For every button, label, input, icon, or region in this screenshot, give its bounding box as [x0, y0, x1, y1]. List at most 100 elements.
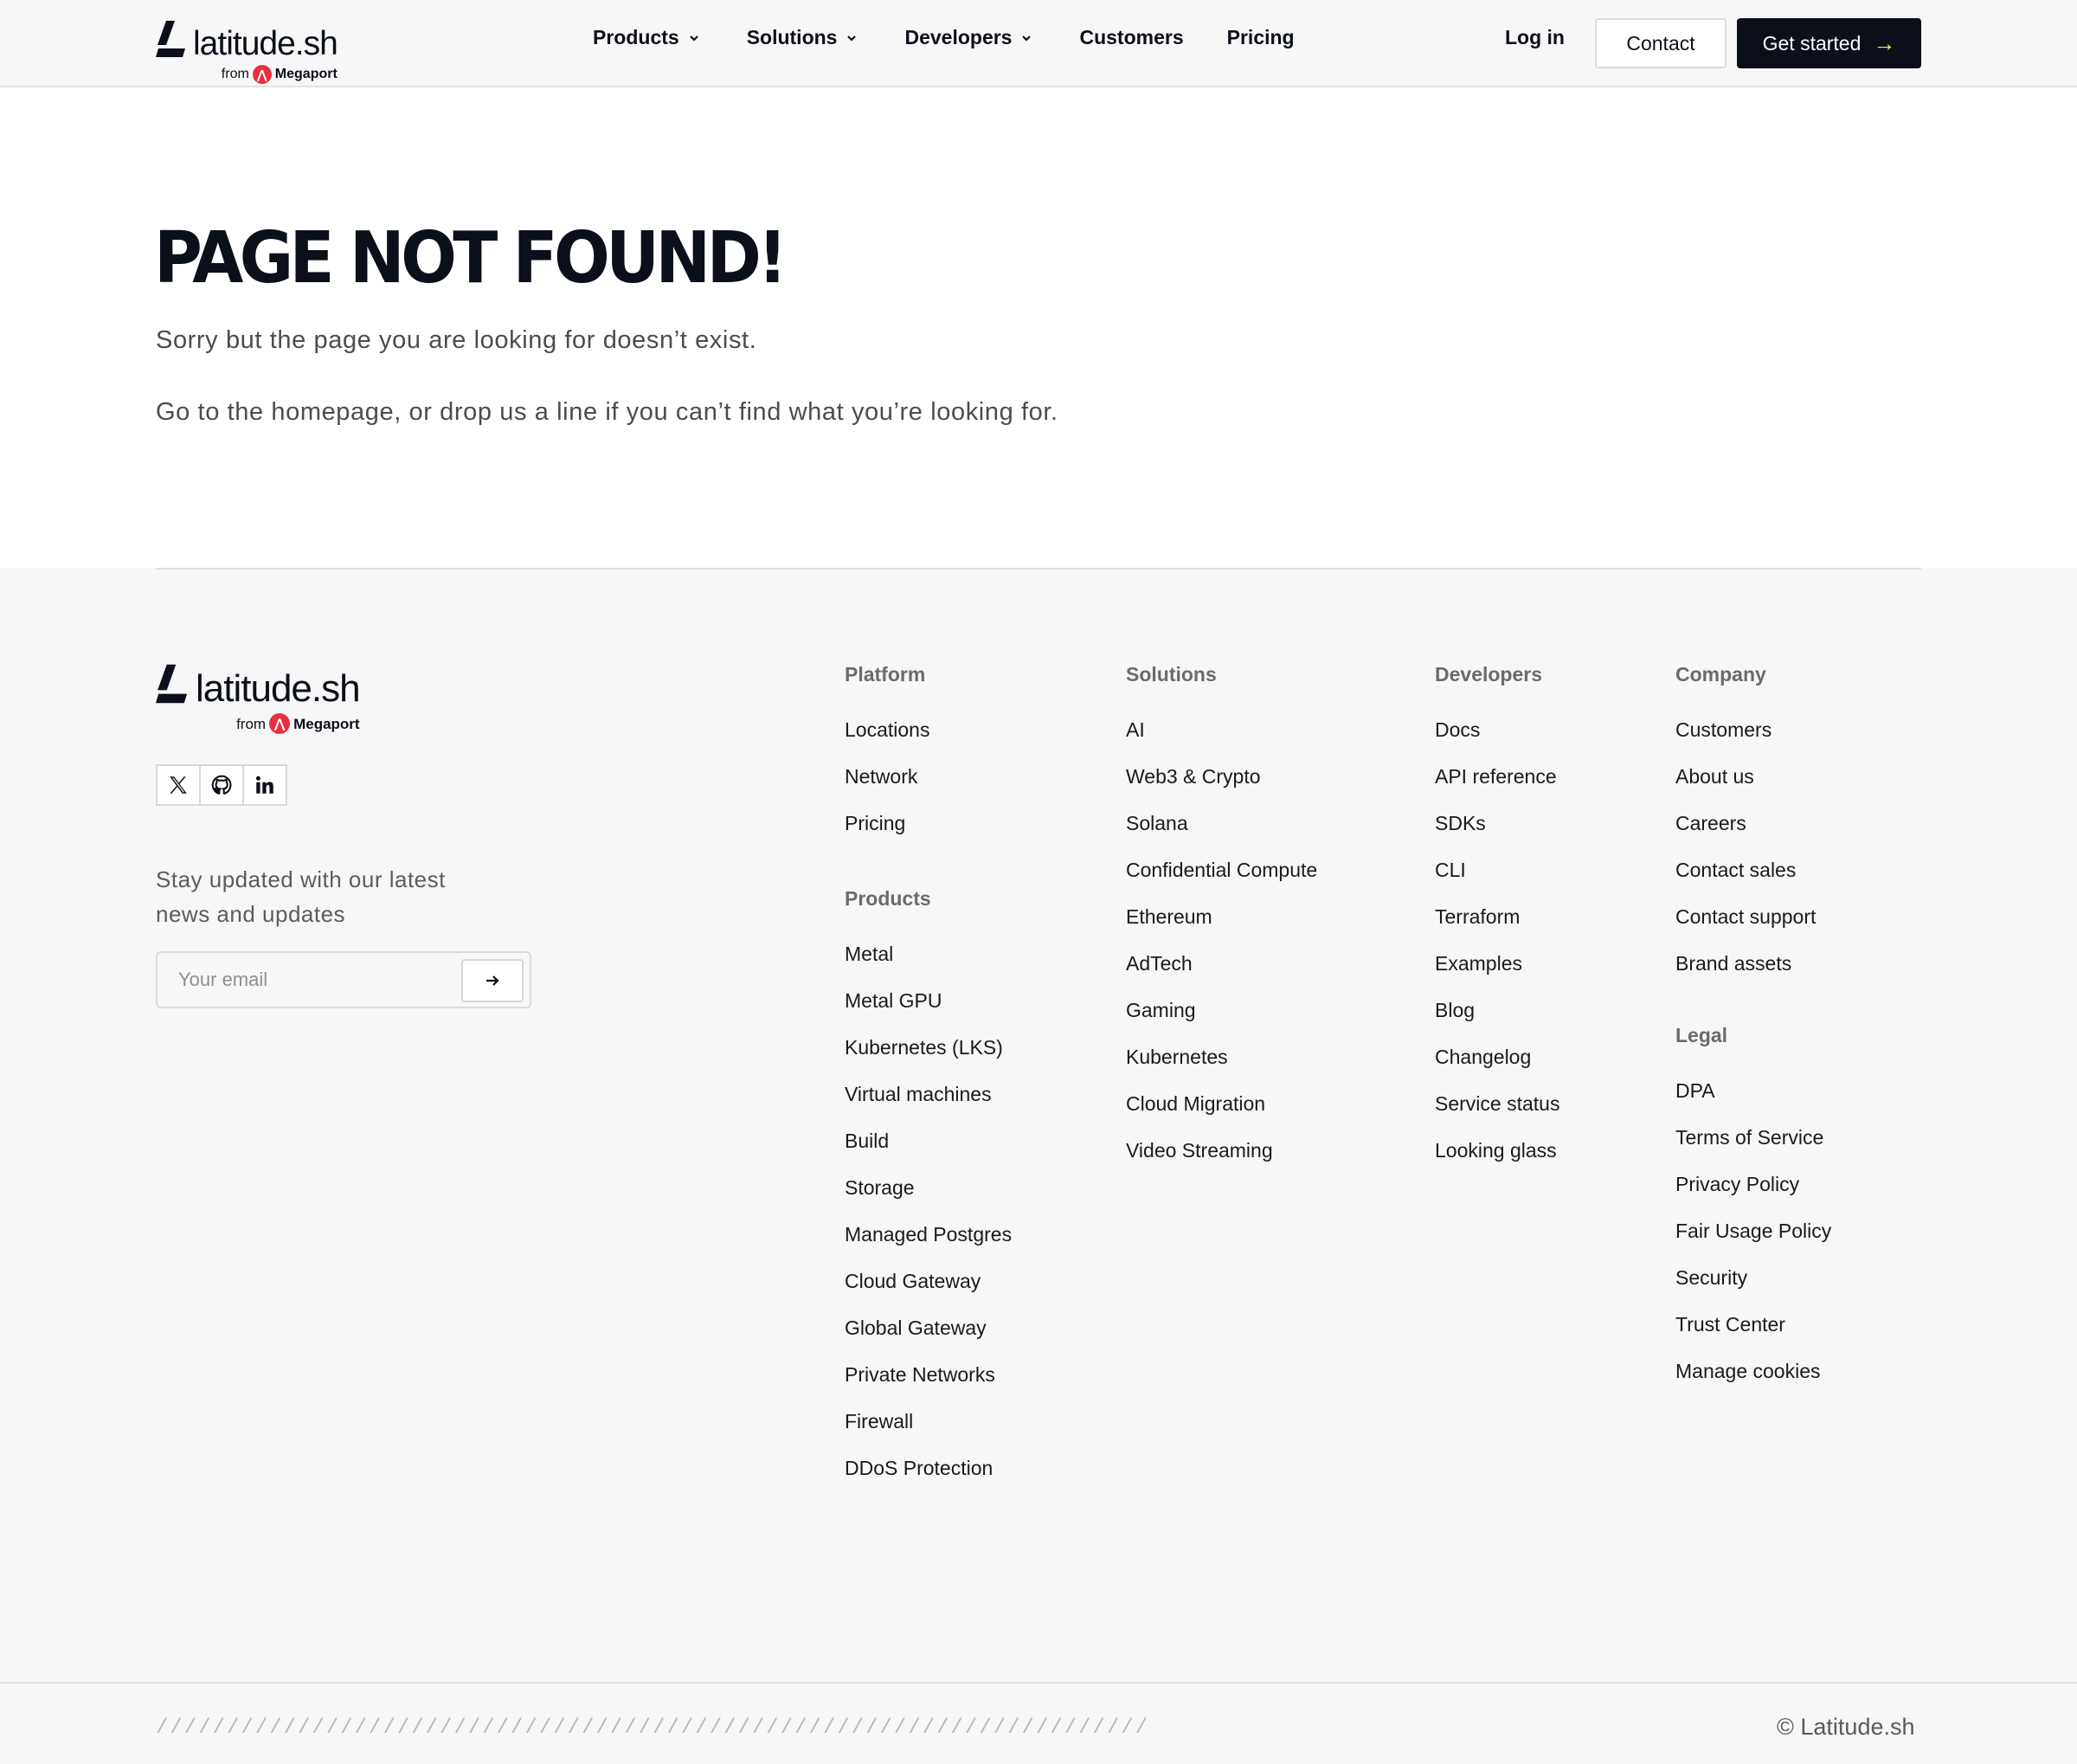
- footer-col-developers: Developers Docs API reference SDKs CLI T…: [1435, 663, 1559, 1184]
- not-found-hint: Go to the homepage, or drop us a line if…: [156, 398, 1058, 426]
- main-nav: Products Solutions Developers Customers …: [593, 26, 1338, 49]
- footer-list-solutions: AI Web3 & Crypto Solana Confidential Com…: [1126, 717, 1317, 1184]
- decorative-slashes: ////////////////////////////////////////…: [156, 1716, 1150, 1740]
- footer-link[interactable]: Storage: [845, 1175, 1012, 1221]
- footer-link[interactable]: Fair Usage Policy: [1675, 1218, 1831, 1265]
- footer-link[interactable]: Pricing: [845, 810, 929, 857]
- chevron-down-icon: [689, 35, 698, 42]
- email-field[interactable]: [159, 955, 453, 1005]
- x-social-link[interactable]: [156, 764, 201, 806]
- chevron-down-icon: [1022, 35, 1032, 42]
- footer-list-developers: Docs API reference SDKs CLI Terraform Ex…: [1435, 717, 1559, 1184]
- footer-link[interactable]: Confidential Compute: [1126, 857, 1317, 904]
- footer-heading-products: Products: [845, 887, 931, 910]
- nav-products[interactable]: Products: [593, 26, 700, 49]
- footer-link[interactable]: Private Networks: [845, 1362, 1012, 1408]
- footer-list-legal: DPA Terms of Service Privacy Policy Fair…: [1675, 1078, 1831, 1405]
- footer-link[interactable]: Careers: [1675, 810, 1816, 857]
- footer-heading-developers: Developers: [1435, 663, 1543, 686]
- footer-link[interactable]: DDoS Protection: [845, 1455, 1012, 1502]
- footer-link[interactable]: AdTech: [1126, 950, 1317, 997]
- footer-link[interactable]: Video Streaming: [1126, 1137, 1317, 1184]
- footer-link[interactable]: Terraform: [1435, 904, 1559, 950]
- latitude-logo-mark-icon: [156, 664, 187, 704]
- footer-link[interactable]: DPA: [1675, 1078, 1831, 1124]
- footer-link[interactable]: Gaming: [1126, 997, 1317, 1044]
- header-logo[interactable]: latitude.sh from ⋀ Megaport: [156, 16, 338, 84]
- newsletter-submit-button[interactable]: [461, 959, 524, 1002]
- site-header: latitude.sh from ⋀ Megaport Products Sol…: [0, 0, 2077, 87]
- newsletter-form: [156, 951, 531, 1008]
- footer-link[interactable]: Security: [1675, 1265, 1831, 1311]
- footer-link[interactable]: Kubernetes: [1126, 1044, 1317, 1091]
- get-started-button[interactable]: Get started →: [1737, 18, 1921, 68]
- footer-link[interactable]: Customers: [1675, 717, 1816, 763]
- footer-link[interactable]: Brand assets: [1675, 950, 1816, 997]
- footer-link[interactable]: CLI: [1435, 857, 1559, 904]
- footer-link[interactable]: Global Gateway: [845, 1315, 1012, 1362]
- megaport-logo-icon: ⋀: [252, 64, 272, 84]
- footer-link[interactable]: Virtual machines: [845, 1081, 1012, 1128]
- footer-link[interactable]: Terms of Service: [1675, 1124, 1831, 1171]
- footer-heading-solutions: Solutions: [1126, 663, 1217, 686]
- site-footer: latitude.sh from ⋀ Megaport Stay updated…: [0, 568, 2077, 1682]
- footer-link[interactable]: Locations: [845, 717, 929, 763]
- contact-button[interactable]: Contact: [1595, 18, 1727, 68]
- page-title: PAGE NOT FOUND!: [154, 217, 788, 299]
- footer-link[interactable]: Blog: [1435, 997, 1559, 1044]
- footer-link[interactable]: API reference: [1435, 763, 1559, 810]
- footer-link[interactable]: Managed Postgres: [845, 1221, 1012, 1268]
- footer-link[interactable]: Solana: [1126, 810, 1317, 857]
- footer-link[interactable]: Ethereum: [1126, 904, 1317, 950]
- footer-link[interactable]: Metal GPU: [845, 988, 1012, 1034]
- not-found-section: PAGE NOT FOUND! Sorry but the page you a…: [0, 89, 2077, 568]
- footer-link[interactable]: Service status: [1435, 1091, 1559, 1137]
- footer-link[interactable]: Metal: [845, 941, 1012, 988]
- footer-link[interactable]: Web3 & Crypto: [1126, 763, 1317, 810]
- footer-col-solutions: Solutions AI Web3 & Crypto Solana Confid…: [1126, 663, 1317, 1184]
- nav-pricing[interactable]: Pricing: [1227, 26, 1295, 49]
- footer-col-platform: Platform Locations Network Pricing: [845, 663, 929, 857]
- nav-solutions[interactable]: Solutions: [747, 26, 858, 49]
- footer-link[interactable]: Build: [845, 1128, 1012, 1175]
- latitude-logo-mark-icon: [156, 21, 185, 57]
- footer-link[interactable]: AI: [1126, 717, 1317, 763]
- footer-link[interactable]: About us: [1675, 763, 1816, 810]
- footer-link[interactable]: Cloud Migration: [1126, 1091, 1317, 1137]
- not-found-message: Sorry but the page you are looking for d…: [156, 326, 757, 354]
- footer-link[interactable]: Looking glass: [1435, 1137, 1559, 1184]
- linkedin-social-link[interactable]: [242, 764, 287, 806]
- footer-link[interactable]: Kubernetes (LKS): [845, 1034, 1012, 1081]
- footer-link[interactable]: Cloud Gateway: [845, 1268, 1012, 1315]
- footer-link[interactable]: Privacy Policy: [1675, 1171, 1831, 1218]
- login-link[interactable]: Log in: [1505, 26, 1565, 49]
- footer-divider: [156, 568, 1921, 570]
- footer-link[interactable]: SDKs: [1435, 810, 1559, 857]
- newsletter-text: Stay updated with our latest news and up…: [156, 866, 446, 927]
- chevron-down-icon: [847, 35, 857, 42]
- logo-wordmark: latitude.sh: [196, 667, 361, 710]
- github-social-link[interactable]: [199, 764, 244, 806]
- footer-link[interactable]: Contact sales: [1675, 857, 1816, 904]
- social-links: [156, 764, 287, 806]
- copyright: © Latitude.sh: [1777, 1714, 1915, 1740]
- footer-link[interactable]: Contact support: [1675, 904, 1816, 950]
- footer-logo[interactable]: latitude.sh from ⋀ Megaport: [156, 658, 361, 734]
- nav-developers[interactable]: Developers: [904, 26, 1032, 49]
- footer-link[interactable]: Manage cookies: [1675, 1358, 1831, 1405]
- nav-customers[interactable]: Customers: [1079, 26, 1183, 49]
- footer-link[interactable]: Examples: [1435, 950, 1559, 997]
- footer-link[interactable]: Docs: [1435, 717, 1559, 763]
- github-icon: [211, 775, 232, 795]
- footer-list-platform: Locations Network Pricing: [845, 717, 929, 857]
- arrow-right-icon: →: [1873, 30, 1896, 56]
- footer-list-company: Customers About us Careers Contact sales…: [1675, 717, 1816, 997]
- arrow-right-icon: [486, 975, 499, 986]
- footer-link[interactable]: Changelog: [1435, 1044, 1559, 1091]
- footer-link[interactable]: Firewall: [845, 1408, 1012, 1455]
- linkedin-icon: [255, 776, 273, 794]
- footer-list-products: Metal Metal GPU Kubernetes (LKS) Virtual…: [845, 941, 1012, 1502]
- logo-wordmark: latitude.sh: [193, 24, 338, 62]
- footer-link[interactable]: Network: [845, 763, 929, 810]
- footer-link[interactable]: Trust Center: [1675, 1311, 1831, 1358]
